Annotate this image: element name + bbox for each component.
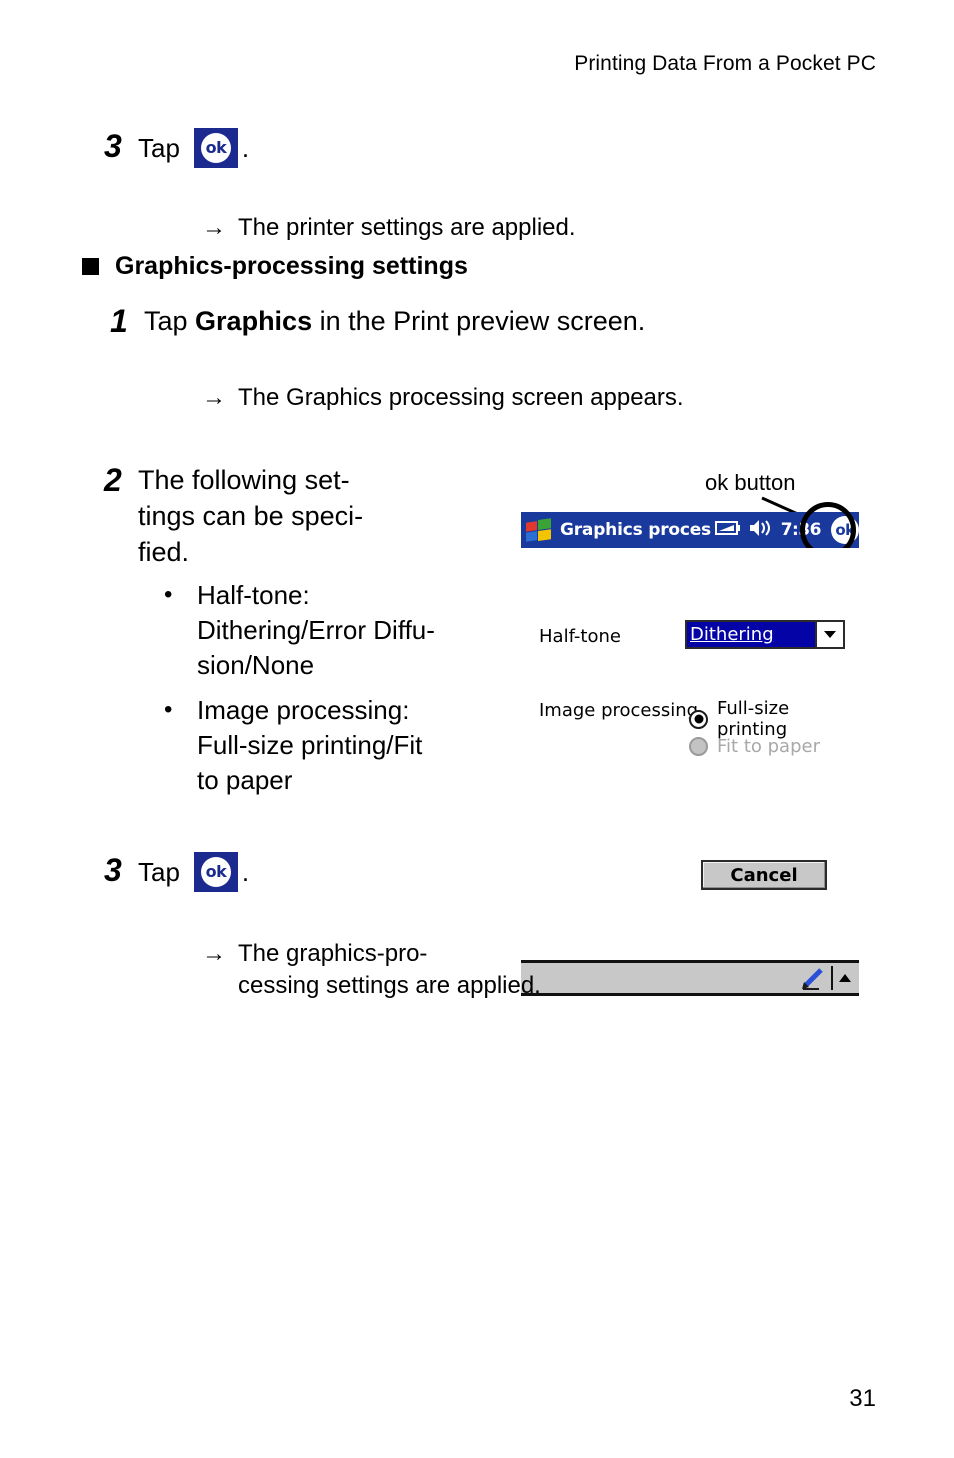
step1-text-after: in the Print preview screen. xyxy=(312,306,646,336)
ok-button-icon[interactable]: ok xyxy=(193,128,238,168)
pda-screenshot: Graphics processinɡ 7:36 ok xyxy=(521,502,859,996)
step-trailing-punctuation: . xyxy=(241,857,250,887)
step-3-top: 3 Tap ok . xyxy=(104,128,249,168)
caret-down-glyph xyxy=(824,631,836,638)
radio-option-full-size-printing[interactable]: Full-size printing xyxy=(689,698,859,740)
pda-client-area: Half-tone Dithering Image processing Ful… xyxy=(521,548,859,996)
step-trailing-punctuation: . xyxy=(241,133,250,163)
arrow-icon: → xyxy=(202,214,226,241)
section-heading-label: Graphics-processing settings xyxy=(115,252,468,280)
step-content: The following set- tings can be speci- f… xyxy=(138,465,364,567)
radio-icon[interactable] xyxy=(689,709,708,729)
result-text: The printer settings are applied. xyxy=(238,214,576,241)
radio-label: Full-size printing xyxy=(717,698,790,740)
step-2: 2 The following set- tings can be speci-… xyxy=(104,462,474,570)
windows-flag-icon[interactable] xyxy=(524,516,554,544)
bullet-list: Half-tone: Dithering/Error Diffu- sion/N… xyxy=(155,577,485,798)
list-item: Half-tone: Dithering/Error Diffu- sion/N… xyxy=(164,577,485,683)
step-number: 3 xyxy=(104,852,122,888)
halftone-field-row: Half-tone xyxy=(539,626,621,647)
arrow-icon: → xyxy=(202,940,226,967)
step-content: Tap Graphics in the Print preview screen… xyxy=(144,303,645,339)
ok-icon-disc: ok xyxy=(200,133,231,163)
page-number: 31 xyxy=(849,1385,876,1412)
ok-icon-label: ok xyxy=(205,862,227,881)
pda-system-tray: 7:36 xyxy=(714,519,822,541)
section-heading: Graphics-processing settings xyxy=(82,252,468,281)
ok-icon-label: ok xyxy=(205,138,227,157)
step-content: Tap ok . xyxy=(138,128,249,168)
speaker-icon[interactable] xyxy=(749,519,773,541)
step1-bold-word: Graphics xyxy=(195,306,313,336)
ok-icon-disc: ok xyxy=(200,857,231,887)
pda-clock: 7:36 xyxy=(780,520,822,540)
step-content: Tap ok . xyxy=(138,852,249,892)
pda-window-title: Graphics processinɡ xyxy=(560,520,711,540)
result-text: The Graphics processing screen appears. xyxy=(238,384,684,411)
image-processing-label-row: Image processing xyxy=(539,700,698,721)
result-text: The graphics-pro- cessing settings are a… xyxy=(238,940,541,999)
step-1: 1 Tap Graphics in the Print preview scre… xyxy=(110,303,645,339)
pda-ok-button[interactable]: ok xyxy=(831,516,859,544)
battery-icon[interactable] xyxy=(714,520,741,540)
step-verb: Tap xyxy=(138,133,180,163)
result-line-step3-bottom: → The graphics-pro- cessing settings are… xyxy=(202,938,622,1002)
halftone-selected-value: Dithering xyxy=(687,622,815,647)
chevron-down-icon[interactable] xyxy=(815,622,843,647)
result-line-step3-top: → The printer settings are applied. xyxy=(202,212,842,244)
step-number: 2 xyxy=(104,462,122,498)
toolbar-separator xyxy=(831,966,833,990)
running-header: Printing Data From a Pocket PC xyxy=(574,52,876,75)
list-item: Image processing: Full-size printing/Fit… xyxy=(164,692,485,798)
arrow-icon: → xyxy=(202,384,226,411)
step-3-bottom: 3 Tap ok . xyxy=(104,852,249,892)
step1-text-before: Tap xyxy=(144,306,196,336)
halftone-combo-wrapper[interactable]: Dithering xyxy=(685,620,845,649)
stylus-pencil-icon[interactable] xyxy=(799,965,825,991)
caret-up-icon[interactable] xyxy=(839,974,851,982)
step-2-bullet-list: Half-tone: Dithering/Error Diffu- sion/N… xyxy=(155,577,485,800)
step-verb: Tap xyxy=(138,857,180,887)
ok-button-icon[interactable]: ok xyxy=(193,852,238,892)
radio-option-fit-to-paper: Fit to paper xyxy=(689,736,820,757)
square-bullet-icon xyxy=(82,258,99,275)
halftone-dropdown[interactable]: Dithering xyxy=(685,620,845,649)
radio-icon xyxy=(689,737,708,756)
callout-label-ok-button: ok button xyxy=(705,470,796,495)
pda-title-bar: Graphics processinɡ 7:36 ok xyxy=(521,502,859,558)
radio-label: Fit to paper xyxy=(717,736,820,757)
step-number: 1 xyxy=(110,303,128,339)
step-number: 3 xyxy=(104,128,122,164)
cancel-button[interactable]: Cancel xyxy=(701,860,827,890)
pda-ok-label: ok xyxy=(835,520,855,539)
halftone-label: Half-tone xyxy=(539,626,621,647)
image-processing-label: Image processing xyxy=(539,700,699,721)
result-line-step1: → The Graphics processing screen appears… xyxy=(202,382,902,414)
